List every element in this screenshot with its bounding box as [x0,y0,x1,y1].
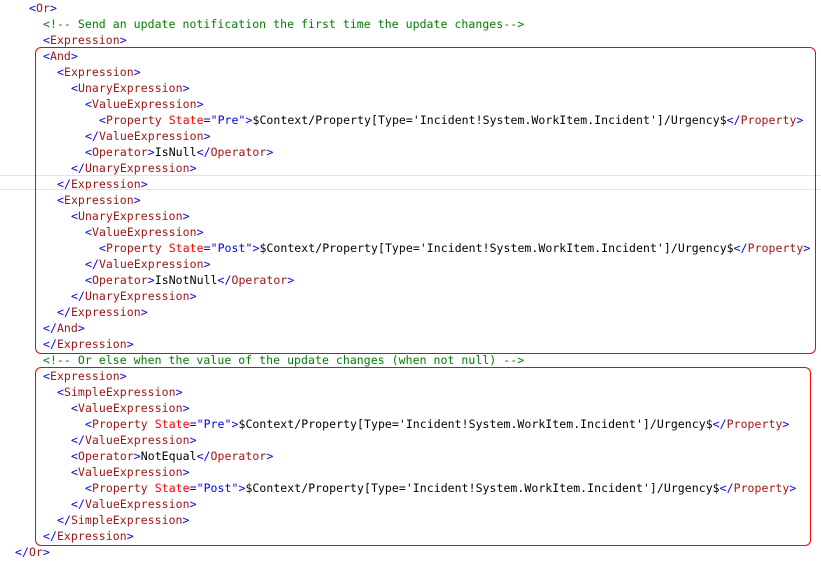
code-line: <Or> [29,0,57,16]
code-token: > [49,1,57,15]
code-token: Expression [49,33,120,47]
code-line: <Expression> [43,32,127,48]
code-token: </ [15,545,29,559]
code-line: <!-- Or else when the value of the updat… [43,352,524,368]
code-token: > [119,33,127,47]
highlight-box [35,367,811,546]
code-line: <!-- Send an update notification the fir… [43,16,524,32]
highlight-box [35,47,816,354]
code-token: < [29,1,36,15]
code-token: Or [28,545,43,559]
code-line: </Or> [15,544,50,560]
xml-code-editor[interactable]: <Or> <!-- Send an update notification the… [0,0,821,561]
code-token: < [43,33,50,47]
code-token: <!-- Send an update notification the fir… [43,17,525,31]
code-token: <!-- Or else when the value of the updat… [43,353,525,367]
code-token: Or [35,1,50,15]
code-token: > [42,545,50,559]
